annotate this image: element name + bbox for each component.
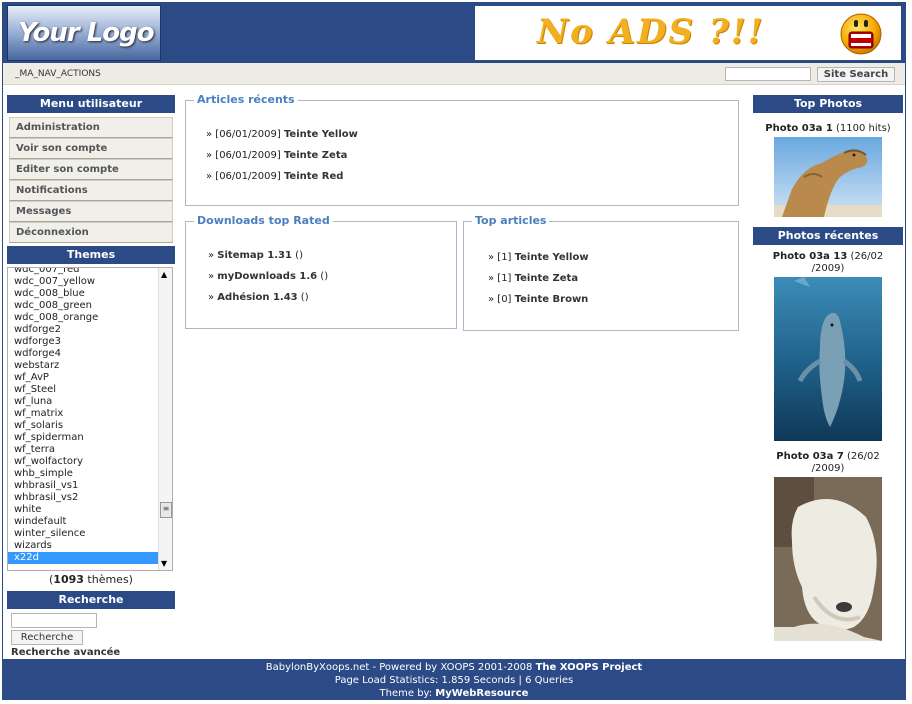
downloads-title: Downloads top Rated	[194, 214, 333, 227]
list-item[interactable]: » [06/01/2009] Teinte Yellow	[206, 129, 358, 140]
mywebresource-link[interactable]: MyWebResource	[435, 688, 528, 699]
top-articles-title: Top articles	[472, 214, 550, 227]
site-logo[interactable]: Your Logo	[7, 5, 161, 61]
theme-option[interactable]: whbrasil_vs2	[8, 492, 158, 504]
list-item[interactable]: » [0] Teinte Brown	[488, 294, 588, 305]
advanced-search-link[interactable]: Recherche avancée	[11, 647, 175, 658]
theme-option[interactable]: wdforge2	[8, 324, 158, 336]
theme-option[interactable]: wdc_007_yellow	[8, 276, 158, 288]
themes-scrollbar[interactable]: ▲ ≡ ▼	[158, 268, 172, 570]
top-photo-caption[interactable]: Photo 03a 1 (1100 hits)	[753, 123, 903, 135]
xoops-project-link[interactable]: The XOOPS Project	[536, 662, 643, 673]
footer-line-2: Page Load Statistics: 1.859 Seconds | 6 …	[334, 675, 574, 686]
top-articles-block: Top articles » [1] Teinte Yellow » [1] T…	[463, 214, 739, 331]
theme-option[interactable]: wf_spiderman	[8, 432, 158, 444]
list-item[interactable]: » [1] Teinte Yellow	[488, 252, 589, 263]
menu-item-logout[interactable]: Déconnexion	[9, 222, 173, 243]
menu-item-administration[interactable]: Administration	[9, 117, 173, 138]
menu-item-notifications[interactable]: Notifications	[9, 180, 173, 201]
theme-option[interactable]: wf_Steel	[8, 384, 158, 396]
logo-text: Your Logo	[18, 18, 155, 48]
top-photos-title: Top Photos	[753, 95, 903, 113]
theme-option[interactable]: wf_solaris	[8, 420, 158, 432]
downloads-block: Downloads top Rated » Sitemap 1.31 () » …	[185, 214, 457, 329]
list-item[interactable]: » [06/01/2009] Teinte Red	[206, 171, 343, 182]
scroll-thumb[interactable]: ≡	[160, 502, 172, 518]
theme-option[interactable]: wizards	[8, 540, 158, 552]
scroll-up-arrow-icon[interactable]: ▲	[161, 270, 167, 279]
recent-photo-caption-2[interactable]: Photo 03a 7 (26/02/2009)	[753, 451, 903, 475]
camel-photo[interactable]	[774, 137, 882, 217]
recent-articles-title: Articles récents	[194, 93, 298, 106]
theme-count: (1093 thèmes)	[49, 573, 133, 586]
theme-option[interactable]: winter_silence	[8, 528, 158, 540]
recent-photo-caption-1[interactable]: Photo 03a 13 (26/02/2009)	[753, 251, 903, 275]
theme-option[interactable]: webstarz	[8, 360, 158, 372]
right-column: Top Photos Photo 03a 1 (1100 hits) Photo…	[753, 95, 903, 641]
ad-banner[interactable]: No ADS ?!!	[475, 6, 901, 60]
recherche-input[interactable]	[11, 613, 97, 628]
theme-option[interactable]: wf_matrix	[8, 408, 158, 420]
recherche-button[interactable]: Recherche	[11, 630, 83, 645]
site-search-input[interactable]	[725, 67, 811, 81]
user-menu-title: Menu utilisateur	[7, 95, 175, 113]
theme-option[interactable]: wdforge4	[8, 348, 158, 360]
theme-option[interactable]: wdc_007_red	[8, 268, 158, 276]
nav-actions: _MA_NAV_ACTIONS	[15, 69, 101, 79]
nav-bar: _MA_NAV_ACTIONS Site Search	[3, 63, 905, 85]
list-item[interactable]: » Sitemap 1.31 ()	[208, 250, 303, 261]
banner-text: No ADS ?!!	[537, 12, 765, 52]
theme-option[interactable]: white	[8, 504, 158, 516]
theme-option[interactable]: wf_luna	[8, 396, 158, 408]
list-item[interactable]: » [1] Teinte Zeta	[488, 273, 578, 284]
dolphin-photo[interactable]	[774, 277, 882, 441]
theme-option[interactable]: wdc_008_orange	[8, 312, 158, 324]
polar-bear-photo[interactable]	[774, 477, 882, 641]
menu-item-view-account[interactable]: Voir son compte	[9, 138, 173, 159]
site-search-button[interactable]: Site Search	[817, 67, 895, 82]
left-column: Menu utilisateur Administration Voir son…	[7, 95, 175, 658]
page-frame: Your Logo No ADS ?!! _MA_NAV_ACTIONS Sit…	[2, 2, 906, 700]
theme-option[interactable]: whbrasil_vs1	[8, 480, 158, 492]
list-item[interactable]: » Adhésion 1.43 ()	[208, 292, 309, 303]
site-header: Your Logo No ADS ?!!	[3, 3, 905, 63]
theme-option[interactable]: whb_simple	[8, 468, 158, 480]
theme-option[interactable]: wf_wolfactory	[8, 456, 158, 468]
search-block-title: Recherche	[7, 591, 175, 609]
recent-articles-block: Articles récents » [06/01/2009] Teinte Y…	[185, 93, 739, 206]
site-footer: BabylonByXoops.net - Powered by XOOPS 20…	[3, 659, 905, 699]
footer-line-3: Theme by: MyWebResource	[379, 688, 529, 699]
footer-line-1: BabylonByXoops.net - Powered by XOOPS 20…	[265, 662, 643, 673]
theme-option[interactable]: wdc_008_green	[8, 300, 158, 312]
theme-option[interactable]: wf_AvP	[8, 372, 158, 384]
themes-select[interactable]: wdc_007_red wdc_007_yellow wdc_008_blue …	[7, 267, 173, 571]
recent-photos-title: Photos récentes	[753, 227, 903, 245]
theme-option[interactable]: windefault	[8, 516, 158, 528]
theme-option[interactable]: wdforge3	[8, 336, 158, 348]
list-item[interactable]: » [06/01/2009] Teinte Zeta	[206, 150, 347, 161]
theme-option[interactable]: wf_terra	[8, 444, 158, 456]
shocked-smiley-icon	[840, 13, 882, 55]
list-item[interactable]: » myDownloads 1.6 ()	[208, 271, 328, 282]
menu-item-edit-account[interactable]: Editer son compte	[9, 159, 173, 180]
themes-title: Themes	[7, 246, 175, 264]
menu-item-messages[interactable]: Messages	[9, 201, 173, 222]
theme-option[interactable]: wdc_008_blue	[8, 288, 158, 300]
scroll-down-arrow-icon[interactable]: ▼	[161, 559, 167, 568]
theme-option-selected[interactable]: x22d	[8, 552, 158, 564]
